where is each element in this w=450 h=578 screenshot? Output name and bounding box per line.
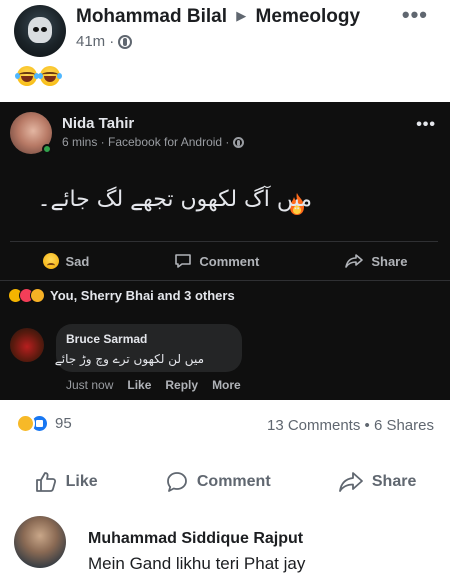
reactions-summary: You, Sherry Bhai and 3 others: [50, 288, 235, 303]
post-actions-bar: Like Comment Share: [0, 464, 450, 500]
shared-post-text: میں آگ لکھوں تجھے لگ جائے۔: [37, 187, 312, 212]
share-icon: [345, 254, 364, 268]
shared-comment-time: Just now: [66, 378, 114, 392]
globe-icon: [118, 34, 133, 49]
globe-icon: [233, 136, 245, 148]
divider: [0, 280, 450, 281]
author-line: Mohammad Bilal ▶ Memeology: [76, 6, 360, 28]
commenter-name[interactable]: Muhammad Siddique Rajput: [88, 530, 303, 548]
shared-reactions: You, Sherry Bhai and 3 others: [8, 288, 235, 303]
post-meta: 41m ·: [76, 33, 133, 50]
shared-comment-reply: Reply: [165, 378, 199, 392]
author-avatar[interactable]: [14, 5, 66, 57]
shared-post-meta: 6 mins · Facebook for Android ·: [62, 135, 245, 149]
reaction-summary[interactable]: 95: [16, 414, 72, 433]
shared-meta-text: 6 mins · Facebook for Android ·: [62, 135, 230, 149]
separator-dot: •: [364, 417, 374, 434]
comment-text: Mein Gand likhu teri Phat jay: [88, 554, 306, 573]
shared-comment-meta: Just now Like Reply More: [66, 378, 241, 392]
avatar-face: [28, 17, 52, 43]
shared-comment-button: Comment: [174, 253, 259, 269]
shared-author-name: Nida Tahir: [62, 115, 135, 132]
shared-comment-text: میں لن لکھوں ترے وچ وڑ جائے: [54, 352, 204, 366]
comment-item: Muhammad Siddique Rajput Mein Gand likhu…: [0, 512, 450, 578]
comment-icon: [166, 472, 187, 492]
author-name[interactable]: Mohammad Bilal: [76, 6, 227, 27]
sad-label: Sad: [65, 253, 90, 269]
sad-emoji-icon: [42, 253, 59, 269]
post-caption: [15, 66, 62, 86]
comments-shares[interactable]: 13 Comments • 6 Shares: [267, 417, 434, 434]
group-name[interactable]: Memeology: [256, 6, 361, 27]
more-options-icon[interactable]: •••: [402, 2, 428, 28]
online-indicator: [42, 144, 52, 154]
comment-button[interactable]: Comment: [165, 470, 271, 494]
share-label: Share: [371, 473, 417, 490]
post-time[interactable]: 41m: [76, 33, 105, 50]
share-count[interactable]: 6 Shares: [374, 417, 434, 434]
shared-screenshot[interactable]: Nida Tahir 6 mins · Facebook for Android…: [0, 102, 450, 400]
haha-reaction-icon: [16, 414, 35, 433]
shared-actions-bar: Sad Comment Share: [0, 242, 450, 280]
like-button[interactable]: Like: [34, 470, 98, 494]
avatar-eye: [33, 27, 39, 32]
thumbs-up-icon: [35, 472, 56, 492]
post-stats: 95 13 Comments • 6 Shares: [0, 414, 450, 440]
avatar-eye: [41, 27, 47, 32]
reaction-count: 95: [55, 415, 72, 432]
share-label: Share: [371, 253, 408, 269]
like-label: Like: [65, 473, 98, 490]
laugh-tears-emoji-icon: [38, 66, 62, 86]
commenter-avatar[interactable]: [14, 516, 66, 568]
shared-more-icon: •••: [416, 116, 436, 133]
laugh-tears-emoji-icon: [15, 66, 39, 86]
sad-reaction-icon: [30, 288, 45, 303]
separator-dot: ·: [109, 33, 115, 50]
share-arrow-icon: [338, 472, 363, 492]
reaction-icons: [8, 288, 45, 303]
comment-icon: [175, 254, 192, 268]
comment-label: Comment: [199, 253, 260, 269]
comment-count[interactable]: 13 Comments: [267, 417, 360, 434]
share-button[interactable]: Share: [338, 470, 416, 494]
comment-label: Comment: [196, 473, 271, 490]
post-header: Mohammad Bilal ▶ Memeology 41m · •••: [0, 0, 450, 64]
shared-commenter-name: Bruce Sarmad: [66, 332, 148, 346]
shared-commenter-avatar: [10, 328, 44, 362]
shared-sad-button: Sad: [42, 253, 90, 269]
play-arrow-icon: ▶: [236, 8, 247, 23]
shared-comment-more: More: [212, 378, 241, 392]
shared-share-button: Share: [344, 253, 407, 269]
shared-comment-bubble: Bruce Sarmad میں لن لکھوں ترے وچ وڑ جائے: [54, 324, 242, 372]
shared-comment-like: Like: [127, 378, 152, 392]
